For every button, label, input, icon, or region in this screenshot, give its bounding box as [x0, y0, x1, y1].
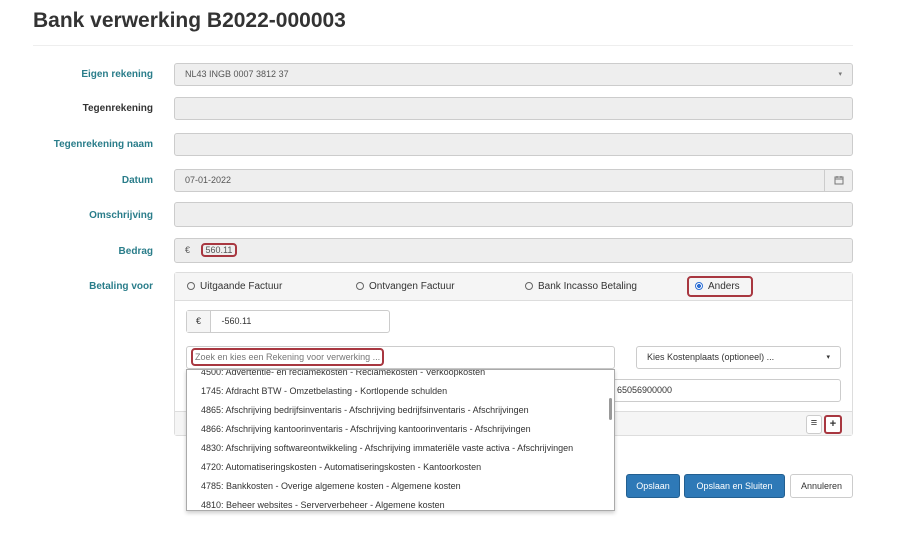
- radio-label: Bank Incasso Betaling: [538, 281, 637, 292]
- dropdown-item[interactable]: 4830: Afschrijving softwareontwikkeling …: [187, 439, 614, 458]
- kostenplaats-placeholder: Kies Kostenplaats (optioneel) ...: [647, 352, 775, 362]
- omschrijving-label: Omschrijving: [89, 210, 153, 221]
- tegenrekening-field[interactable]: [174, 97, 853, 120]
- radio-dot: [525, 282, 533, 290]
- cancel-button[interactable]: Annuleren: [790, 474, 853, 498]
- currency-symbol: €: [185, 245, 191, 255]
- radio-group: Uitgaande Factuur Ontvangen Factuur Bank…: [175, 273, 852, 301]
- bedrag-label: Bedrag: [118, 246, 153, 257]
- dropdown-item[interactable]: 4810: Beheer websites - Serververbeheer …: [187, 496, 614, 510]
- eigen-rekening-label: Eigen rekening: [81, 69, 153, 80]
- save-close-button[interactable]: Opslaan en Sluiten: [684, 474, 785, 498]
- eigen-rekening-value: NL43 INGB 0007 3812 37: [185, 69, 289, 79]
- radio-anders[interactable]: Anders: [695, 281, 740, 292]
- chevron-down-icon: ▾: [838, 71, 842, 78]
- dropdown-item[interactable]: 4500: Advertentie- en reclamekosten - Re…: [187, 370, 614, 382]
- eigen-rekening-select[interactable]: NL43 INGB 0007 3812 37 ▾: [174, 63, 853, 86]
- dropdown-item[interactable]: 4866: Afschrijving kantoorinventaris - A…: [187, 420, 614, 439]
- dropdown-scrollbar[interactable]: [609, 398, 612, 420]
- bedrag-field[interactable]: € 560.11: [174, 238, 853, 263]
- dropdown-item[interactable]: 4865: Afschrijving bedrijfsinventaris - …: [187, 401, 614, 420]
- radio-label: Uitgaande Factuur: [200, 281, 283, 292]
- radio-label: Ontvangen Factuur: [369, 281, 455, 292]
- rekening-placeholder: Zoek en kies een Rekening voor verwerkin…: [191, 348, 385, 366]
- radio-dot: [187, 282, 195, 290]
- tegenrekening-naam-field[interactable]: [174, 133, 853, 156]
- omschrijving-field[interactable]: [174, 202, 853, 227]
- split-amount-field[interactable]: € -560.11: [186, 310, 390, 333]
- tegenrekening-label: Tegenrekening: [82, 103, 153, 114]
- radio-uitgaande-factuur[interactable]: Uitgaande Factuur: [187, 281, 282, 292]
- radio-label: Anders: [708, 281, 740, 292]
- dropdown-item[interactable]: 4785: Bankkosten - Overige algemene kost…: [187, 477, 614, 496]
- split-amount-value: -560.11: [221, 316, 252, 326]
- radio-ontvangen-factuur[interactable]: Ontvangen Factuur: [356, 281, 455, 292]
- kostenplaats-select[interactable]: Kies Kostenplaats (optioneel) ... ▾: [636, 346, 841, 369]
- calendar-icon[interactable]: [824, 170, 852, 191]
- list-icon[interactable]: ≡: [806, 415, 822, 434]
- partial-field-value: 65056900000: [617, 385, 673, 395]
- bedrag-value: 560.11: [200, 243, 238, 257]
- tegenrekening-naam-label: Tegenrekening naam: [53, 139, 153, 150]
- datum-field[interactable]: 07-01-2022: [174, 169, 853, 192]
- partial-field[interactable]: 65056900000: [600, 379, 841, 402]
- rekening-dropdown: 4500: Advertentie- en reclamekosten - Re…: [186, 369, 615, 511]
- save-button[interactable]: Opslaan: [626, 474, 680, 498]
- page-title: Bank verwerking B2022-000003: [33, 9, 346, 32]
- datum-value: 07-01-2022: [185, 175, 232, 185]
- radio-bank-incasso[interactable]: Bank Incasso Betaling: [525, 281, 637, 292]
- chevron-down-icon: ▾: [826, 354, 830, 361]
- datum-label: Datum: [121, 175, 153, 186]
- radio-dot: [356, 282, 364, 290]
- divider: [33, 45, 853, 46]
- dropdown-item[interactable]: 1745: Afdracht BTW - Omzetbelasting - Ko…: [187, 382, 614, 401]
- betaling-voor-label: Betaling voor: [89, 281, 153, 292]
- currency-addon: €: [187, 311, 211, 332]
- dropdown-item[interactable]: 4720: Automatiseringskosten - Automatise…: [187, 458, 614, 477]
- rekening-search-input[interactable]: Zoek en kies een Rekening voor verwerkin…: [186, 346, 615, 369]
- add-icon[interactable]: +: [824, 415, 842, 434]
- radio-dot-selected: [695, 282, 703, 290]
